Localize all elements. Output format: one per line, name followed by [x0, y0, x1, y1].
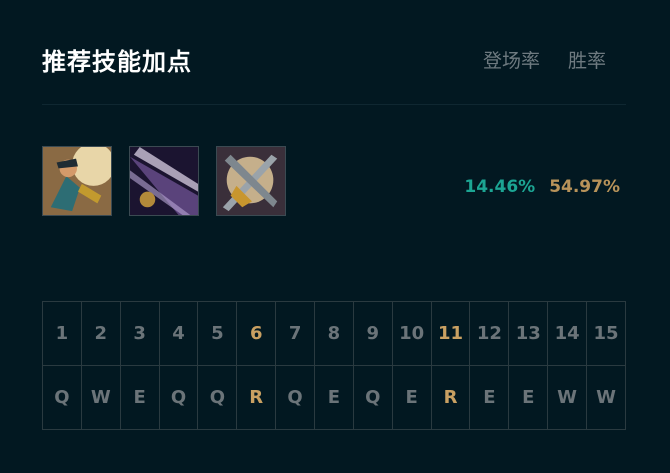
level-cell: 5: [197, 301, 238, 366]
skill-cell: W: [586, 365, 626, 430]
skill-order-icons: [42, 146, 286, 216]
win-rate-value: 54.97%: [549, 177, 620, 197]
skill-cell: E: [314, 365, 354, 430]
level-row: 1 2 3 4 5 6 7 8 9 10 11 12 13 14 15: [42, 301, 626, 366]
skill-cell-ultimate: R: [430, 365, 471, 430]
level-cell: 12: [469, 301, 510, 366]
level-cell: 3: [119, 301, 160, 366]
skill-cell: W: [547, 365, 588, 430]
skill-cell: Q: [352, 365, 393, 430]
level-cell: 14: [547, 301, 588, 366]
level-cell: 2: [80, 301, 121, 366]
skill-cell: E: [119, 365, 160, 430]
level-cell: 1: [42, 301, 82, 366]
skill-e-icon: [216, 146, 286, 216]
build-stats: 14.46% 54.97%: [464, 177, 620, 197]
level-cell-ultimate: 11: [430, 301, 471, 366]
page-title: 推荐技能加点: [42, 48, 192, 76]
level-cell: 10: [391, 301, 432, 366]
skill-cell: Q: [158, 365, 199, 430]
skill-cell: E: [469, 365, 510, 430]
level-cell: 7: [275, 301, 316, 366]
skill-row: Q W E Q Q R Q E Q E R E E W W: [42, 365, 626, 430]
skill-cell: W: [80, 365, 121, 430]
skill-cell: Q: [275, 365, 316, 430]
level-cell: 15: [586, 301, 626, 366]
skill-q-icon: [42, 146, 112, 216]
sort-tabs: 登场率 胜率: [483, 46, 606, 73]
skill-cell: Q: [197, 365, 238, 430]
tab-win-rate[interactable]: 胜率: [568, 46, 606, 73]
skill-cell: Q: [42, 365, 82, 430]
level-cell: 9: [352, 301, 393, 366]
skill-cell: E: [508, 365, 549, 430]
header-divider: [42, 104, 626, 105]
skill-cell-ultimate: R: [236, 365, 277, 430]
level-cell: 4: [158, 301, 199, 366]
skill-w-icon: [129, 146, 199, 216]
tab-pick-rate[interactable]: 登场率: [483, 46, 540, 73]
level-order-table: 1 2 3 4 5 6 7 8 9 10 11 12 13 14 15 Q W …: [42, 301, 626, 430]
level-cell: 13: [508, 301, 549, 366]
level-cell: 8: [314, 301, 354, 366]
pick-rate-value: 14.46%: [464, 177, 536, 197]
level-cell-ultimate: 6: [236, 301, 277, 366]
skill-cell: E: [391, 365, 432, 430]
